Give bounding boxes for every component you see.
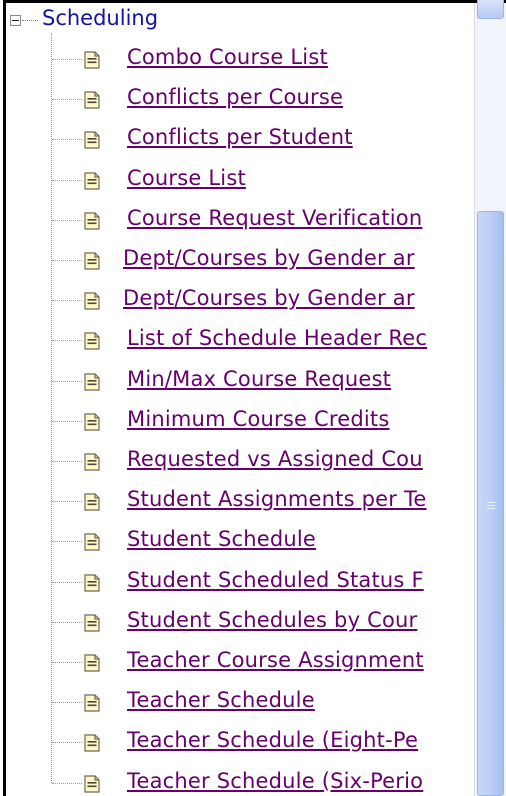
tree-connector	[22, 20, 38, 21]
report-link[interactable]: Teacher Schedule (Six-Perio	[127, 769, 423, 793]
report-link[interactable]: Student Schedule	[127, 527, 316, 551]
tree-item[interactable]: Teacher Schedule	[6, 683, 474, 723]
report-link[interactable]: Min/Max Course Request	[127, 367, 391, 391]
report-link[interactable]: Conflicts per Course	[127, 85, 343, 109]
tree-connector	[52, 340, 82, 342]
tree-connector	[52, 380, 82, 382]
tree-item[interactable]: Student Scheduled Status F	[6, 563, 474, 603]
tree-item[interactable]: Conflicts per Course	[6, 80, 474, 120]
tree-connector	[52, 702, 82, 704]
tree-connector	[52, 139, 82, 141]
tree-item[interactable]: Course Request Verification	[6, 201, 474, 241]
tree-connector	[52, 300, 82, 302]
report-link[interactable]: Dept/Courses by Gender ar	[123, 286, 415, 310]
scroll-up-button[interactable]	[477, 0, 504, 19]
document-icon	[84, 413, 100, 431]
tree-item[interactable]: Teacher Schedule (Eight-Pe	[6, 723, 474, 763]
tree-item[interactable]: Requested vs Assigned Cou	[6, 442, 474, 482]
tree-connector	[52, 742, 82, 744]
tree-connector	[52, 501, 82, 503]
tree-connector	[52, 621, 82, 623]
document-icon	[84, 493, 100, 511]
tree-item[interactable]: Combo Course List	[6, 40, 474, 80]
tree-item[interactable]: Dept/Courses by Gender ar	[6, 241, 474, 281]
document-icon	[84, 614, 100, 632]
document-icon	[84, 372, 100, 391]
tree-connector	[52, 461, 82, 462]
document-icon	[84, 453, 100, 471]
tree-connector	[52, 662, 82, 663]
report-link[interactable]: Teacher Schedule (Eight-Pe	[127, 728, 418, 752]
document-icon	[84, 734, 100, 752]
document-icon	[84, 91, 100, 109]
tree-connector	[52, 420, 82, 422]
tree-connector	[52, 99, 82, 101]
report-tree: Scheduling Combo Course List Conflicts pe…	[6, 3, 474, 796]
tree-item[interactable]: Student Schedule	[6, 522, 474, 562]
document-icon	[84, 171, 100, 190]
report-link[interactable]: Dept/Courses by Gender ar	[123, 246, 415, 270]
scrollbar-thumb[interactable]	[477, 211, 504, 796]
report-link[interactable]: Teacher Schedule	[127, 688, 315, 712]
tree-item[interactable]: Student Schedules by Cour	[6, 603, 474, 643]
tree-connector	[52, 782, 82, 784]
document-icon	[84, 51, 100, 69]
tree-item[interactable]: Student Assignments per Te	[6, 482, 474, 522]
scrollbar-grip-icon	[487, 502, 495, 512]
report-link[interactable]: Student Assignments per Te	[127, 487, 427, 511]
report-tree-window: Scheduling Combo Course List Conflicts pe…	[0, 0, 506, 796]
tree-root-scheduling[interactable]: Scheduling	[42, 6, 158, 30]
tree-item[interactable]: Min/Max Course Request	[6, 362, 474, 402]
tree-connector	[52, 179, 82, 181]
report-link[interactable]: Course List	[127, 166, 246, 190]
report-link[interactable]: Combo Course List	[127, 45, 328, 69]
document-icon	[84, 252, 100, 270]
tree-item[interactable]: Teacher Course Assignment	[6, 643, 474, 683]
tree-item[interactable]: Conflicts per Student	[6, 120, 474, 160]
report-link[interactable]: Student Schedules by Cour	[127, 608, 417, 632]
collapse-minus-icon[interactable]	[10, 15, 21, 26]
tree-item[interactable]: List of Schedule Header Rec	[6, 321, 474, 361]
tree-item[interactable]: Dept/Courses by Gender ar	[6, 281, 474, 321]
vertical-scrollbar[interactable]	[474, 0, 506, 796]
report-link[interactable]: Conflicts per Student	[127, 125, 353, 149]
document-icon	[84, 774, 100, 793]
document-icon	[84, 292, 100, 310]
tree-connector	[52, 219, 82, 221]
tree-connector	[52, 541, 82, 543]
tree-item[interactable]: Course List	[6, 161, 474, 201]
document-icon	[84, 131, 100, 149]
report-link[interactable]: List of Schedule Header Rec	[127, 326, 427, 350]
document-icon	[84, 573, 100, 592]
tree-item[interactable]: Teacher Schedule (Six-Perio	[6, 764, 474, 796]
document-icon	[84, 533, 100, 551]
report-link[interactable]: Student Scheduled Status F	[127, 568, 424, 592]
tree-connector	[52, 581, 82, 583]
document-icon	[84, 332, 100, 350]
tree-item[interactable]: Minimum Course Credits	[6, 402, 474, 442]
report-link[interactable]: Minimum Course Credits	[127, 407, 389, 431]
report-link[interactable]: Course Request Verification	[127, 206, 422, 230]
tree-connector	[52, 59, 82, 60]
report-link[interactable]: Requested vs Assigned Cou	[127, 447, 423, 471]
document-icon	[84, 212, 100, 230]
report-link[interactable]: Teacher Course Assignment	[127, 648, 424, 672]
document-icon	[84, 694, 100, 712]
document-icon	[84, 654, 100, 672]
tree-connector	[52, 260, 82, 261]
